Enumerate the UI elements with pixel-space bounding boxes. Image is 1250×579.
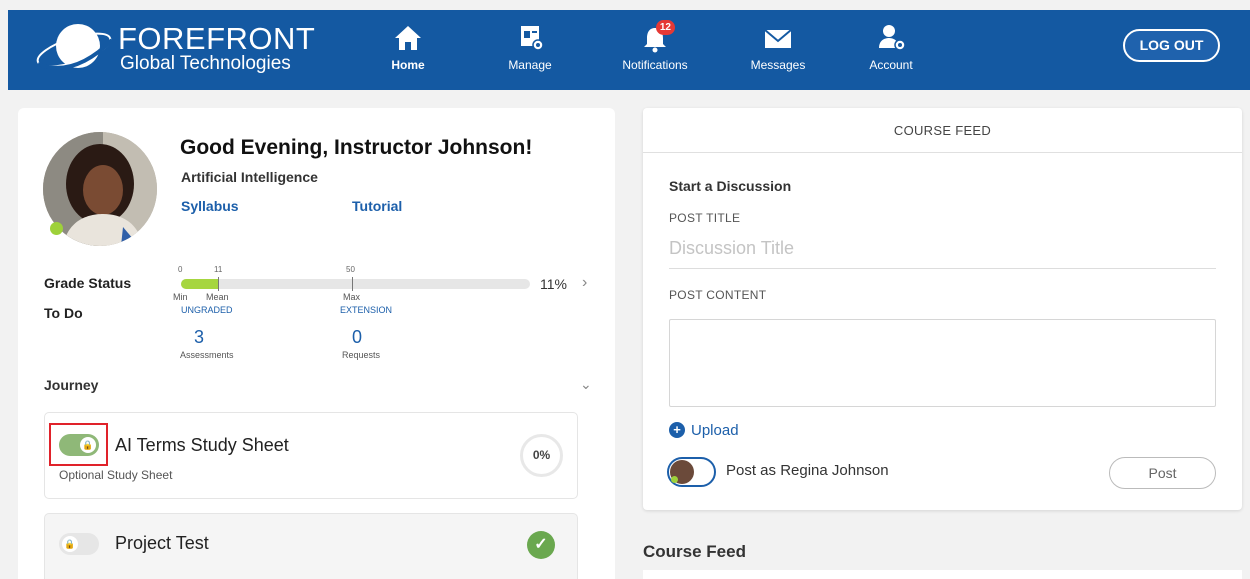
logo-title: FOREFRONT xyxy=(118,21,316,56)
home-icon xyxy=(388,20,428,54)
post-title-input[interactable] xyxy=(669,229,1216,269)
post-as-label: Post as Regina Johnson xyxy=(726,462,889,479)
checkmark-icon: ✓ xyxy=(527,531,555,559)
account-gear-icon xyxy=(871,20,911,54)
journey-item-progress: 0% xyxy=(520,434,563,477)
extension-heading[interactable]: EXTENSION xyxy=(340,305,392,315)
greeting-heading: Good Evening, Instructor Johnson! xyxy=(180,136,533,159)
journey-item-title[interactable]: AI Terms Study Sheet xyxy=(115,435,289,456)
grade-tick-mean: 11 xyxy=(214,265,223,274)
syllabus-link[interactable]: Syllabus xyxy=(181,198,239,214)
journey-item-visibility-toggle[interactable]: 🔒 xyxy=(59,533,99,555)
nav-notifications-label: Notifications xyxy=(622,58,688,72)
plus-circle-icon: + xyxy=(669,422,685,438)
nav-notifications[interactable]: 12 Notifications xyxy=(610,20,700,80)
grade-percent: 11% xyxy=(540,276,567,292)
journey-item-title[interactable]: Project Test xyxy=(115,533,209,554)
grade-mean-marker xyxy=(218,277,219,291)
globe-logo-icon xyxy=(36,24,114,70)
course-feed-card xyxy=(643,108,1242,510)
ungraded-count[interactable]: 3 xyxy=(194,327,204,348)
course-name: Artificial Intelligence xyxy=(181,169,318,185)
course-feed-section-title: Course Feed xyxy=(643,542,746,561)
course-feed-list xyxy=(643,570,1242,579)
grade-mean-label: Mean xyxy=(206,292,229,302)
journey-item-subtitle: Optional Study Sheet xyxy=(59,468,173,482)
chevron-down-icon[interactable]: ⌄ xyxy=(580,376,592,393)
post-content-label: POST CONTENT xyxy=(669,288,767,302)
nav-messages[interactable]: Messages xyxy=(733,20,823,80)
grade-status-label: Grade Status xyxy=(44,275,132,291)
chevron-right-icon[interactable]: › xyxy=(582,274,587,292)
nav-home[interactable]: Home xyxy=(363,20,453,80)
extension-sub: Requests xyxy=(342,350,381,360)
grade-progress-fill xyxy=(181,279,220,289)
manage-icon xyxy=(510,20,550,54)
top-navigation-bar: FOREFRONT Global Technologies Home Manag… xyxy=(8,10,1250,90)
highlight-box xyxy=(49,423,108,466)
nav-manage-label: Manage xyxy=(508,58,552,72)
lock-icon: 🔒 xyxy=(62,536,78,552)
post-content-textarea[interactable] xyxy=(669,319,1216,407)
ungraded-sub: Assessments xyxy=(180,350,234,360)
upload-label: Upload xyxy=(691,422,739,439)
company-logo[interactable]: FOREFRONT Global Technologies xyxy=(34,20,324,80)
nav-home-label: Home xyxy=(391,58,425,72)
nav-messages-label: Messages xyxy=(750,58,806,72)
online-status-dot xyxy=(671,476,678,483)
grade-progress-bar[interactable] xyxy=(181,279,530,289)
nav-account[interactable]: Account xyxy=(846,20,936,80)
post-button[interactable]: Post xyxy=(1109,457,1216,489)
envelope-icon xyxy=(758,20,798,54)
upload-button[interactable]: + Upload xyxy=(669,422,739,439)
course-feed-header: COURSE FEED xyxy=(643,108,1242,153)
start-discussion-heading: Start a Discussion xyxy=(669,178,792,194)
grade-tick-min: 0 xyxy=(178,265,183,274)
grade-tick-max: 50 xyxy=(346,265,355,274)
nav-account-label: Account xyxy=(869,58,913,72)
logo-subtitle: Global Technologies xyxy=(120,53,291,74)
notification-count-badge: 12 xyxy=(655,20,675,35)
todo-label: To Do xyxy=(44,305,83,321)
post-as-toggle[interactable] xyxy=(667,457,716,487)
bell-icon: 12 xyxy=(635,20,675,54)
tutorial-link[interactable]: Tutorial xyxy=(352,198,402,214)
grade-max-label: Max xyxy=(343,292,361,302)
logout-button[interactable]: LOG OUT xyxy=(1123,29,1220,62)
extension-count[interactable]: 0 xyxy=(352,327,362,348)
grade-min-label: Min xyxy=(173,292,188,302)
ungraded-heading[interactable]: UNGRADED xyxy=(181,305,233,315)
grade-max-marker xyxy=(352,277,353,291)
post-title-label: POST TITLE xyxy=(669,211,741,225)
journey-label: Journey xyxy=(44,377,99,393)
online-status-dot xyxy=(50,222,63,235)
nav-manage[interactable]: Manage xyxy=(485,20,575,80)
